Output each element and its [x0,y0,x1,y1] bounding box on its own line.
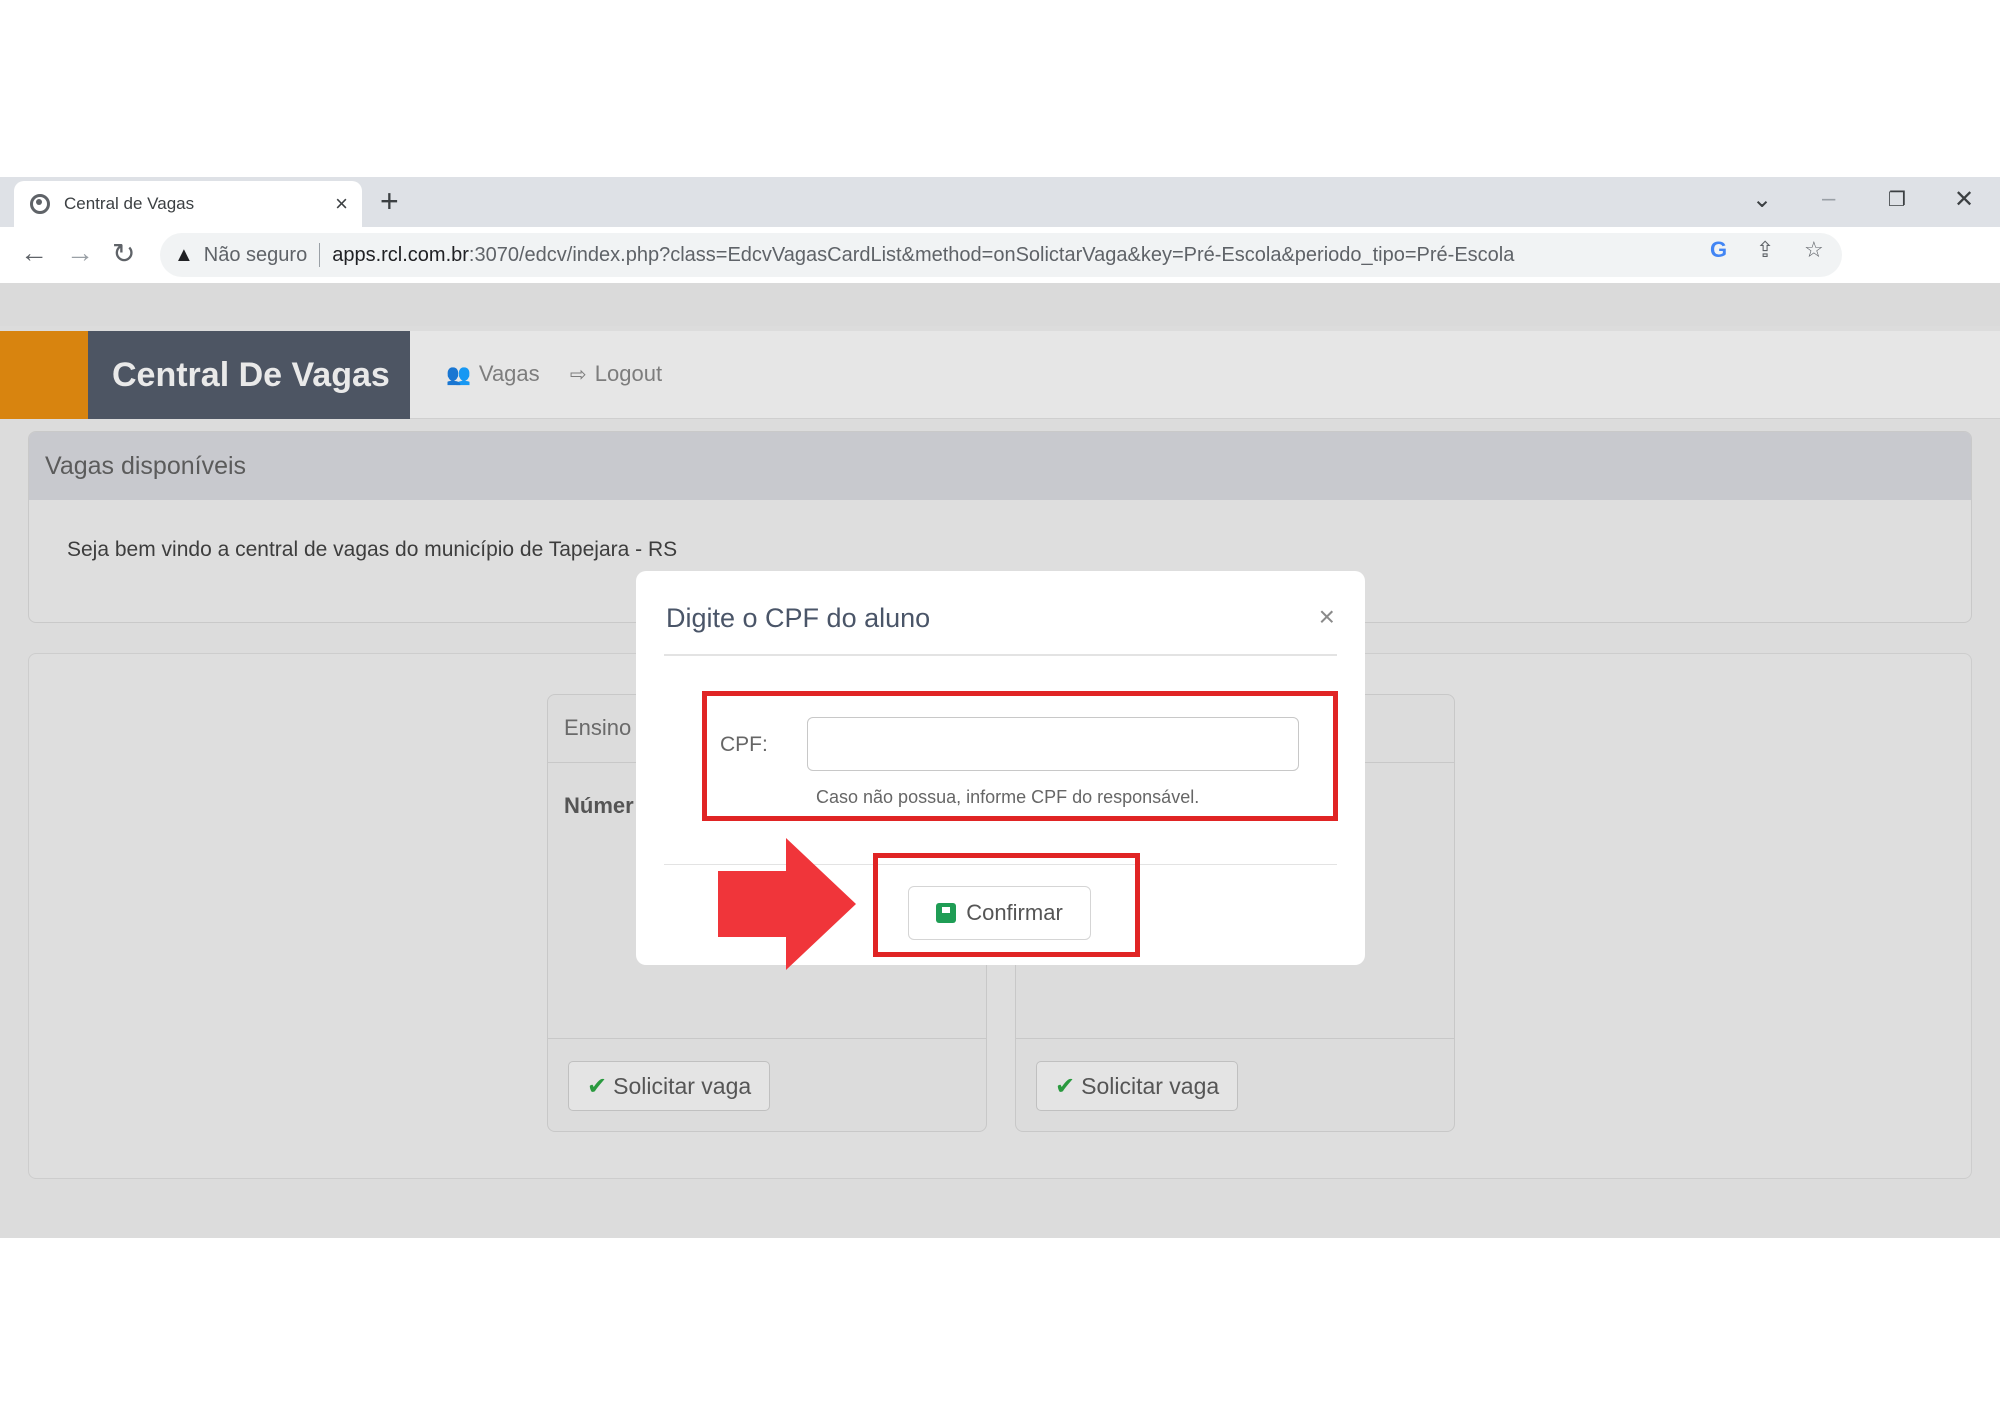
modal-close-icon[interactable]: × [1319,601,1335,633]
forward-icon[interactable]: → [66,237,94,269]
url-host: apps.rcl.com.br [332,243,469,266]
browser-tab[interactable]: Central de Vagas × [14,181,362,227]
omnibox-separator [319,243,321,267]
nav-link-logout[interactable]: ⇨ Logout [570,361,662,387]
tab-strip: Central de Vagas × + ⌄ – ❐ ✕ [0,177,2000,227]
url-path: :3070/edcv/index.php?class=EdcvVagasCard… [468,243,1515,266]
nav-link-label: Vagas [478,361,540,386]
modal-title: Digite o CPF do aluno [666,603,931,633]
reload-icon[interactable]: ↻ [112,237,135,270]
nav-link-label: Logout [594,361,663,386]
solicitar-vaga-button[interactable]: ✔ Solicitar vaga [568,1061,771,1111]
window-close-icon[interactable]: ✕ [1954,185,1974,214]
button-label: Solicitar vaga [1081,1072,1220,1099]
star-icon[interactable]: ☆ [1804,237,1824,263]
restore-icon[interactable]: ❐ [1888,187,1906,212]
highlight-box-confirm [873,853,1140,957]
warning-icon: ▲ [174,243,194,266]
security-label: Não seguro [203,243,308,266]
browser-toolbar: ← → ↻ ▲ Não seguro apps.rcl.com.br:3070/… [0,227,2000,283]
highlight-box-cpf [702,691,1338,821]
navbar-accent [0,331,88,419]
tab-title: Central de Vagas [64,194,195,213]
check-icon: ✔ [1055,1072,1076,1100]
address-bar[interactable]: ▲ Não seguro apps.rcl.com.br:3070/edcv/i… [160,233,1842,277]
app-navbar: Central De Vagas 👥 Vagas ⇨ Logout [0,331,2000,419]
google-icon[interactable]: G [1710,237,1727,263]
solicitar-vaga-button[interactable]: ✔ Solicitar vaga [1036,1061,1239,1111]
minimize-icon[interactable]: – [1822,185,1835,213]
new-tab-button[interactable]: + [380,183,399,220]
share-icon[interactable]: ⇪ [1756,237,1774,263]
tab-search-icon[interactable]: ⌄ [1752,185,1772,214]
check-icon: ✔ [587,1072,608,1100]
nav-link-vagas[interactable]: 👥 Vagas [446,361,540,387]
globe-icon [30,194,50,214]
tab-close-icon[interactable]: × [335,191,348,217]
users-icon: 👥 [446,363,471,386]
panel-header: Vagas disponíveis [29,432,1971,500]
modal-divider [664,654,1337,656]
app-brand[interactable]: Central De Vagas [88,331,410,419]
pointer-arrow-icon [718,838,856,970]
url-text: apps.rcl.com.br:3070/edcv/index.php?clas… [332,244,1514,267]
logout-icon: ⇨ [570,363,587,386]
back-icon[interactable]: ← [20,237,48,269]
button-label: Solicitar vaga [613,1072,752,1099]
